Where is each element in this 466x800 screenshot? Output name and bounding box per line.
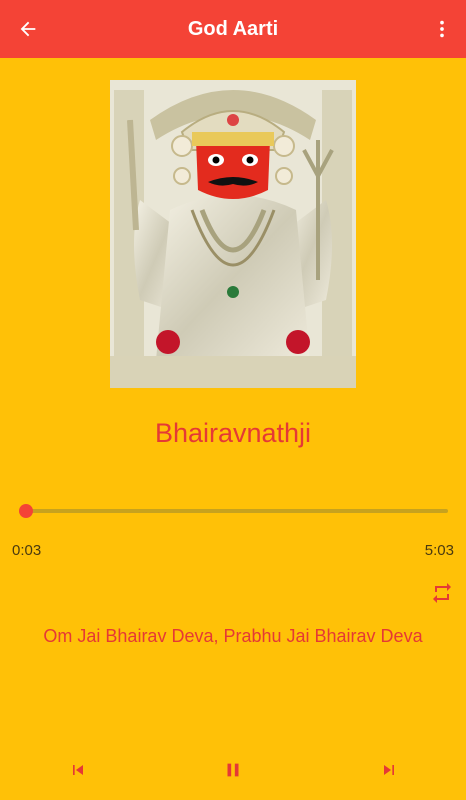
deity-artwork	[110, 80, 356, 388]
app-bar: God Aarti	[0, 0, 466, 58]
seek-thumb[interactable]	[19, 504, 34, 518]
skip-next-icon[interactable]	[377, 758, 401, 782]
more-vert-icon[interactable]	[428, 15, 456, 43]
pause-icon[interactable]	[221, 758, 245, 782]
repeat-icon[interactable]	[430, 581, 454, 605]
app-title: God Aarti	[187, 18, 279, 40]
song-title: Bhairavnathji	[154, 418, 312, 448]
skip-previous-icon[interactable]	[66, 758, 90, 782]
lyric-line: Om Jai Bhairav Deva, Prabhu Jai Bhairav …	[43, 626, 423, 646]
total-time: 5:03	[424, 542, 454, 559]
current-time: 0:03	[12, 542, 42, 559]
seek-bar[interactable]	[19, 504, 448, 518]
